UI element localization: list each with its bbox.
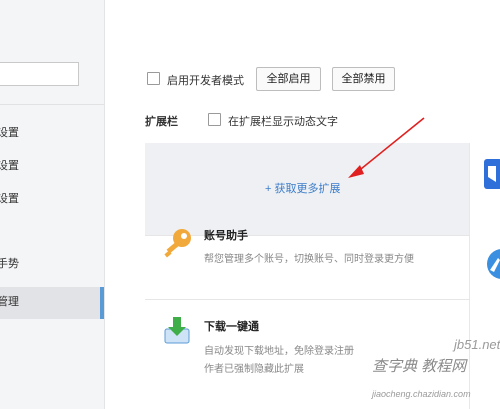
sidebar-item-manage[interactable]: 管理 — [0, 287, 104, 319]
sidebar-item-settings-3[interactable]: 设置 — [0, 186, 104, 212]
sidebar-item-label: 设置 — [0, 160, 19, 172]
ext-name-account-helper: 账号助手 — [204, 230, 248, 242]
ext-desc-download: 自动发现下载地址，免除登录注册 — [204, 346, 354, 357]
show-dynamic-text-checkbox[interactable] — [208, 113, 221, 126]
key-icon — [160, 224, 194, 258]
watermark-line3: jiaocheng.chazidian.com — [372, 389, 471, 399]
dev-mode-label: 启用开发者模式 — [167, 75, 244, 87]
watermark-line1: jb51.net — [454, 337, 500, 352]
column-separator — [469, 143, 470, 409]
ext-desc-download-2: 作者已强制隐藏此扩展 — [204, 364, 304, 375]
sidebar-item-label: 设置 — [0, 127, 19, 139]
sidebar-divider — [0, 104, 104, 105]
circle-app-icon[interactable] — [486, 248, 500, 280]
download-icon — [162, 315, 192, 347]
sidebar-item-settings-1[interactable]: 设置 — [0, 120, 104, 146]
sidebar-search-input[interactable] — [0, 62, 79, 86]
disable-all-button[interactable]: 全部禁用 — [332, 67, 395, 91]
sidebar-item-label: 设置 — [0, 193, 19, 205]
dev-mode-checkbox[interactable] — [147, 72, 160, 85]
sidebar-item-label: 手势 — [0, 258, 19, 270]
shield-app-icon[interactable] — [484, 157, 500, 191]
active-indicator — [100, 287, 104, 319]
enable-all-button[interactable]: 全部启用 — [256, 67, 321, 91]
ext-desc-account-helper: 帮您管理多个账号，切换账号、同时登录更方便 — [204, 254, 414, 265]
show-dynamic-text-label: 在扩展栏显示动态文字 — [228, 116, 338, 128]
sidebar-item-gesture[interactable]: 手势 — [0, 251, 104, 277]
get-more-link[interactable]: + 获取更多扩展 — [265, 180, 340, 196]
watermark-line2: 查字典 教程网 — [372, 358, 467, 375]
ext-bar-heading: 扩展栏 — [145, 116, 178, 128]
ext-name-download: 下载一键通 — [204, 321, 259, 333]
sidebar-item-settings-2[interactable]: 设置 — [0, 153, 104, 179]
row-divider — [145, 299, 470, 300]
sidebar-item-label: 管理 — [0, 296, 19, 308]
red-arrow-icon — [348, 117, 425, 178]
